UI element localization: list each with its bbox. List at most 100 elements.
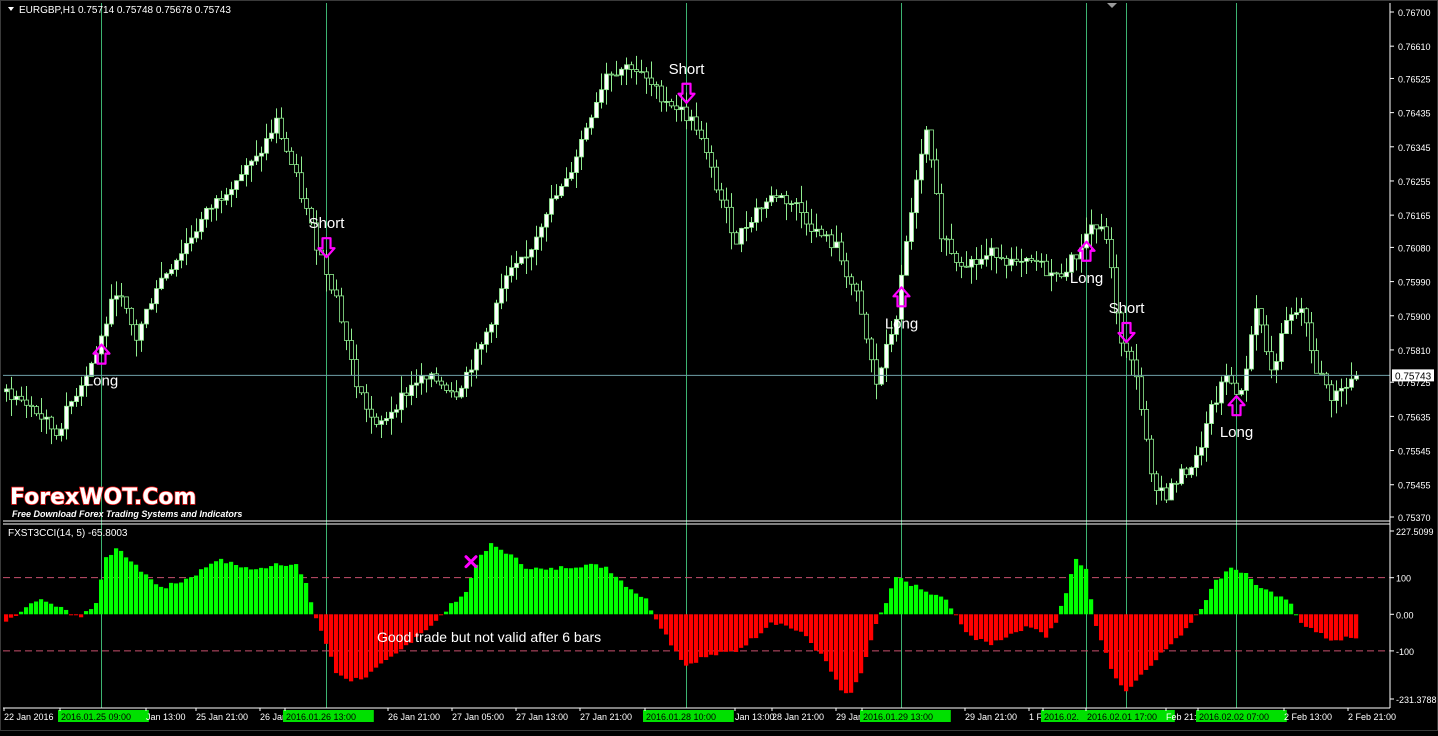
cci-bar	[859, 614, 864, 674]
chart-canvas[interactable]: Long Short Short Long Long Short Long 0.76700 0…	[0, 0, 1438, 731]
cci-bar	[264, 568, 269, 615]
cci-bar	[679, 614, 684, 660]
candle-body	[34, 406, 39, 415]
candle-body	[44, 416, 49, 420]
cci-bar	[1319, 614, 1324, 633]
candle-body	[234, 180, 239, 190]
candle-body	[414, 382, 419, 386]
cci-bar	[794, 614, 799, 631]
candle-body	[1164, 487, 1169, 501]
cci-bar	[629, 589, 634, 615]
candle-body	[394, 409, 399, 413]
candle-body	[1184, 468, 1189, 476]
candle-body	[459, 387, 464, 398]
cci-bar	[1334, 614, 1339, 641]
candle-body	[699, 129, 704, 139]
cci-bar	[584, 564, 589, 615]
candle-body	[554, 195, 559, 200]
candle-body	[294, 164, 299, 174]
cci-bar	[1224, 571, 1229, 615]
candle-body	[989, 247, 994, 257]
candle-body	[1329, 384, 1334, 401]
candle-body	[194, 231, 199, 239]
cci-bar	[179, 582, 184, 615]
candle-body	[559, 186, 564, 197]
candle-body	[19, 395, 24, 401]
cci-bar	[1084, 568, 1089, 615]
price-tick-label: 0.76165	[1398, 211, 1431, 221]
cci-bar	[189, 577, 194, 615]
candle-body	[719, 189, 724, 201]
cci-bar	[484, 551, 489, 615]
candle-body	[649, 77, 654, 85]
time-label: 27 Jan 13:00	[516, 712, 568, 722]
cci-bar	[909, 585, 914, 615]
cci-bar	[1154, 614, 1159, 661]
cci-bar	[889, 588, 894, 615]
candle-body	[934, 159, 939, 195]
candle-body	[784, 195, 789, 205]
candle-body	[704, 137, 709, 153]
candle-body	[864, 313, 869, 340]
cci-bar	[914, 584, 919, 615]
candle-body	[349, 340, 354, 360]
cci-bar	[1049, 614, 1054, 629]
time-label: 2016.01.28 10:00	[646, 712, 716, 722]
cci-bar	[249, 569, 254, 615]
cci-bar	[799, 614, 804, 632]
candle-body	[219, 198, 224, 201]
signal-label: Long	[885, 315, 918, 332]
cci-bar	[1044, 614, 1049, 638]
candle-body	[604, 73, 609, 91]
time-label: Jan 13:00	[146, 712, 186, 722]
candle-body	[844, 260, 849, 278]
candle-body	[1144, 409, 1149, 440]
candle-body	[1209, 404, 1214, 424]
candle-body	[329, 274, 334, 291]
candle-body	[4, 388, 9, 393]
cci-bar	[964, 614, 969, 633]
candle-body	[724, 199, 729, 208]
cci-bar	[839, 614, 844, 691]
candle-body	[684, 106, 689, 122]
candle-body	[794, 202, 799, 205]
candle-body	[974, 259, 979, 265]
cci-bar	[144, 574, 149, 615]
cci-bar	[804, 614, 809, 637]
candle-body	[1309, 322, 1314, 352]
candle-body	[549, 198, 554, 215]
candle-body	[249, 160, 254, 166]
cci-bar	[1134, 614, 1139, 681]
candle-body	[629, 64, 634, 70]
cci-bar	[569, 568, 574, 615]
candle-body	[814, 228, 819, 232]
candle-body	[1169, 482, 1174, 501]
candle-body	[1154, 473, 1159, 492]
candle-body	[9, 388, 14, 401]
chart-header[interactable]: EURGBP,H1 0.75714 0.75748 0.75678 0.7574…	[8, 5, 231, 16]
candle-body	[904, 241, 909, 276]
cci-bar	[169, 582, 174, 615]
candle-body	[824, 234, 829, 237]
cci-bar	[579, 567, 584, 615]
candle-body	[199, 218, 204, 233]
cci-bar	[994, 614, 999, 641]
cci-bar	[529, 569, 534, 615]
cci-bar	[599, 567, 604, 615]
cci-bar	[1244, 572, 1249, 615]
cci-bar	[669, 614, 674, 646]
candle-body	[834, 241, 839, 249]
candle-body	[1014, 258, 1019, 262]
watermark-subtitle: Free Download Forex Trading Systems and …	[12, 509, 242, 519]
cci-bar	[14, 614, 19, 616]
candle-body	[669, 101, 674, 107]
cci-bar	[1174, 614, 1179, 639]
candle-body	[39, 413, 44, 420]
cci-bar	[1239, 572, 1244, 615]
cci-bar	[194, 575, 199, 615]
candle-body	[729, 206, 734, 234]
candle-body	[509, 267, 514, 277]
price-tick-label: 0.76080	[1398, 243, 1431, 253]
cci-bar	[29, 603, 34, 615]
cci-bar	[904, 581, 909, 615]
